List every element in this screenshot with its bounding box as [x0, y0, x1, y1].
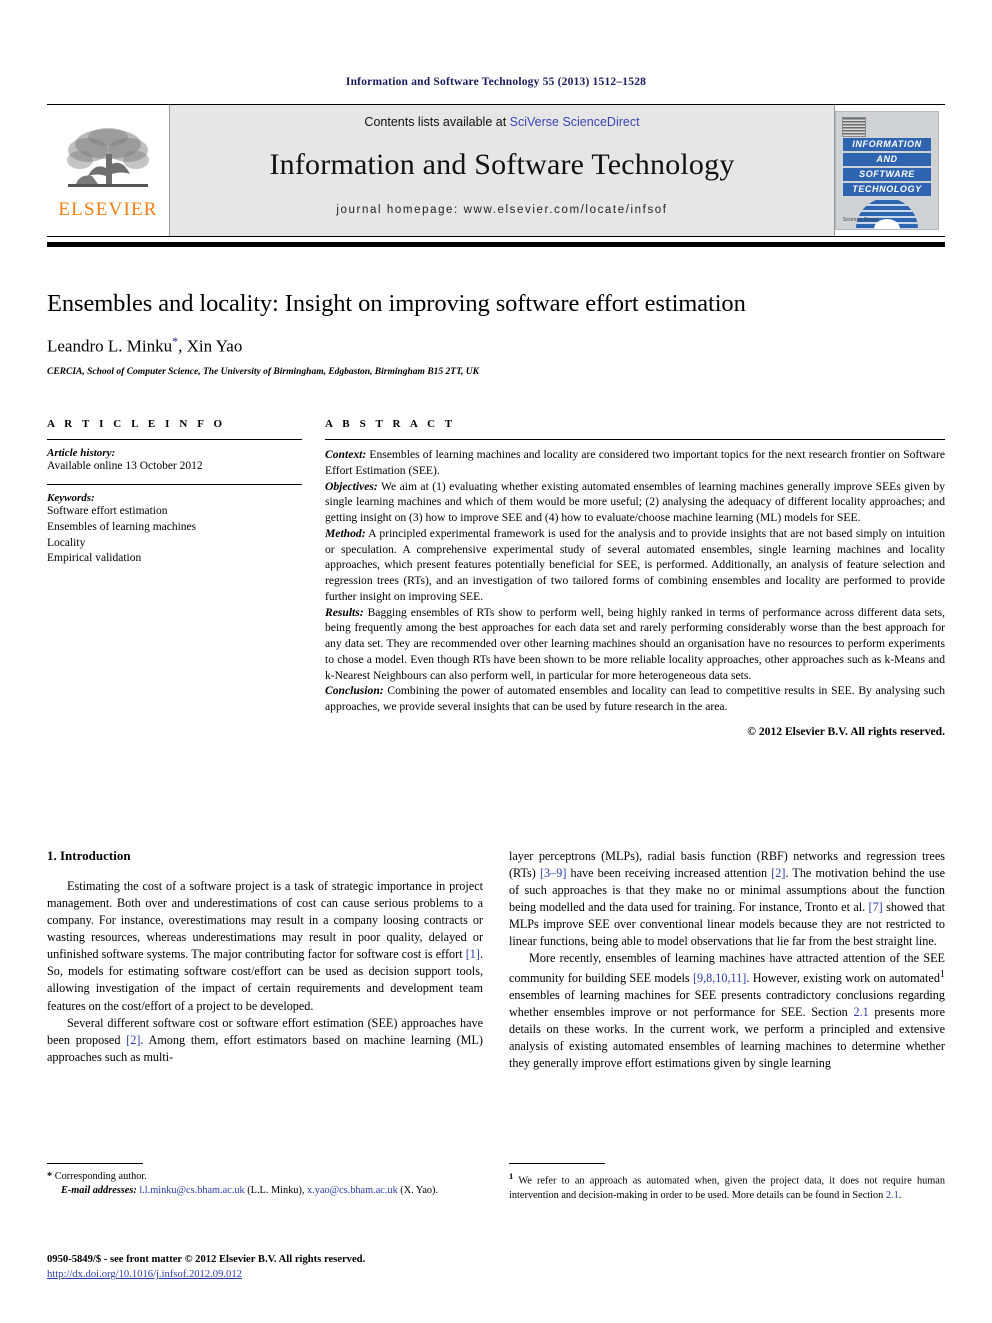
email-note: E-mail addresses: l.l.minku@cs.bham.ac.u… [47, 1184, 483, 1198]
keywords-list: Software effort estimation Ensembles of … [47, 504, 302, 567]
journal-cover-thumbnail: INFORMATION AND SOFTWARE TECHNOLOGY Scie… [835, 111, 939, 230]
abstract-context-label: Context: [325, 448, 367, 461]
cover-band-1: INFORMATION [843, 138, 931, 151]
abstract-objectives-text: We aim at (1) evaluating whether existin… [325, 479, 945, 525]
running-head: Information and Software Technology 55 (… [345, 76, 647, 88]
elsevier-wordmark: ELSEVIER [58, 199, 158, 220]
footnote-rule-left [47, 1163, 143, 1164]
doi-link[interactable]: http://dx.doi.org/10.1016/j.infsof.2012.… [47, 1269, 242, 1280]
journal-title: Information and Software Technology [269, 148, 735, 181]
keyword-item: Ensembles of learning machines [47, 520, 197, 533]
intro-p1-a: Estimating the cost of a software projec… [47, 879, 483, 962]
email-link-minku[interactable]: l.l.minku@cs.bham.ac.uk [139, 1185, 244, 1196]
page-title: Ensembles and locality: Insight on impro… [47, 290, 746, 317]
article-info-heading: A R T I C L E I N F O [47, 418, 226, 430]
elsevier-logo: ELSEVIER [47, 105, 169, 236]
introduction-section: 1. Introduction Estimating the cost of a… [47, 848, 945, 1168]
citation-ref-1[interactable]: [1] [466, 947, 480, 961]
author-first: Leandro L. Minku [47, 336, 173, 356]
abstract-method: Method: A principled experimental framew… [325, 526, 945, 605]
journal-homepage[interactable]: journal homepage: www.elsevier.com/locat… [336, 204, 667, 216]
abstract-results-label: Results: [325, 605, 364, 619]
intro-p4-b: . However, existing work on automated [746, 970, 940, 985]
cover-band-3: SOFTWARE [843, 168, 931, 181]
masthead-center: Contents lists available at SciVerse Sci… [169, 105, 835, 236]
intro-paragraph-1: Estimating the cost of a software projec… [47, 878, 483, 1015]
keywords-rule [47, 483, 302, 485]
corresponding-author-text: Corresponding author. [52, 1171, 147, 1182]
abstract-conclusion-text: Combining the power of automated ensembl… [325, 684, 945, 714]
abstract-method-label: Method: [325, 526, 366, 540]
keywords-label: Keywords: [47, 491, 95, 504]
affiliation: CERCIA, School of Computer Science, The … [47, 366, 479, 377]
footnote-left: * Corresponding author. E-mail addresses… [47, 1163, 483, 1203]
email-link-yao[interactable]: x.yao@cs.bham.ac.uk [307, 1185, 398, 1196]
corresponding-author-note: * Corresponding author. [47, 1170, 483, 1184]
body-left-column: 1. Introduction Estimating the cost of a… [47, 848, 483, 1168]
intro-p3-b: have been receiving increased attention [566, 866, 772, 881]
email-name-1: (L.L. Minku), [244, 1185, 308, 1197]
abstract-objectives: Objectives: We aim at (1) evaluating whe… [325, 479, 945, 526]
contents-prefix: Contents lists available at [364, 115, 510, 129]
abstract-rule [325, 439, 945, 440]
footnote-text-a: We refer to an approach as automated whe… [509, 1175, 945, 1201]
keyword-item: Empirical validation [47, 552, 142, 565]
article-info-column: A R T I C L E I N F O Article history: A… [47, 418, 302, 738]
cover-band-2: AND [843, 153, 931, 166]
imprint-block: 0950-5849/$ - see front matter © 2012 El… [47, 1252, 483, 1283]
citation-ref-7[interactable]: [7] [869, 900, 883, 914]
author-list: Leandro L. Minku*, Xin Yao [47, 334, 945, 357]
article-history-label: Article history: [47, 447, 116, 459]
footnotes-region: * Corresponding author. E-mail addresses… [47, 1163, 945, 1203]
abstract-conclusion-label: Conclusion: [325, 684, 384, 698]
cover-elsevier-icon [842, 117, 866, 137]
abstract-method-text: A principled experimental framework is u… [325, 526, 945, 603]
paper-page: Information and Software Technology 55 (… [0, 0, 992, 1323]
citation-ref-2b[interactable]: [2] [771, 866, 785, 880]
keyword-item: Software effort estimation [47, 504, 168, 517]
section-ref-2-1[interactable]: 2.1 [853, 1005, 868, 1019]
email-name-2: (X. Yao). [397, 1185, 439, 1197]
intro-paragraph-4: More recently, ensembles of learning mac… [509, 950, 945, 1072]
section-heading-introduction: 1. Introduction [47, 848, 131, 863]
abstract-results: Results: Bagging ensembles of RTs show t… [325, 605, 945, 684]
author-rest: , Xin Yao [178, 336, 243, 356]
abstract-objectives-label: Objectives: [325, 479, 378, 493]
abstract-column: A B S T R A C T Context: Ensembles of le… [325, 418, 945, 738]
journal-masthead: ELSEVIER Contents lists available at Sci… [47, 104, 945, 237]
footnote-marker-1[interactable]: 1 [940, 969, 945, 980]
intro-paragraph-2: Several different software cost or softw… [47, 1015, 483, 1066]
cover-circle-graphic [856, 198, 918, 229]
citation-ref-3-9[interactable]: [3–9] [540, 866, 566, 880]
abstract-body: Context: Ensembles of learning machines … [325, 447, 945, 715]
citation-ref-2[interactable]: [2] [126, 1033, 140, 1047]
footnote-right: 1 We refer to an approach as automated w… [509, 1163, 945, 1203]
email-label: E-mail addresses: [61, 1185, 137, 1197]
abstract-conclusion: Conclusion: Combining the power of autom… [325, 683, 945, 715]
intro-paragraph-3: layer perceptrons (MLPs), radial basis f… [509, 848, 945, 950]
cover-band-4: TECHNOLOGY [843, 183, 931, 196]
abstract-heading: A B S T R A C T [325, 418, 456, 430]
title-block: Ensembles and locality: Insight on impro… [47, 290, 945, 377]
abstract-copyright: © 2012 Elsevier B.V. All rights reserved… [747, 725, 945, 739]
article-history-value: Available online 13 October 2012 [47, 460, 203, 472]
cover-footer-text: Science Direct [843, 217, 879, 223]
elsevier-tree-icon [67, 128, 149, 187]
abstract-results-text: Bagging ensembles of RTs show to perform… [325, 605, 945, 682]
abstract-context-text: Ensembles of learning machines and local… [325, 448, 945, 477]
contents-line: Contents lists available at SciVerse Sci… [364, 115, 639, 129]
footnote-automated-definition: 1 We refer to an approach as automated w… [509, 1170, 945, 1203]
abstract-context: Context: Ensembles of learning machines … [325, 447, 945, 479]
footnote-section-ref[interactable]: 2.1 [886, 1190, 899, 1201]
keyword-item: Locality [47, 536, 86, 549]
masthead-bottom-rule [47, 242, 945, 247]
citation-ref-9-8-10-11[interactable]: [9,8,10,11] [693, 971, 746, 985]
issn-front-matter: 0950-5849/$ - see front matter © 2012 El… [47, 1254, 366, 1265]
footnote-text-b: . [898, 1189, 902, 1201]
sciencedirect-link[interactable]: SciVerse ScienceDirect [510, 115, 640, 129]
body-right-column: layer perceptrons (MLPs), radial basis f… [509, 848, 945, 1168]
footnote-rule-right [509, 1163, 605, 1164]
article-info-rule [47, 439, 302, 440]
info-abstract-region: A R T I C L E I N F O Article history: A… [47, 418, 945, 738]
